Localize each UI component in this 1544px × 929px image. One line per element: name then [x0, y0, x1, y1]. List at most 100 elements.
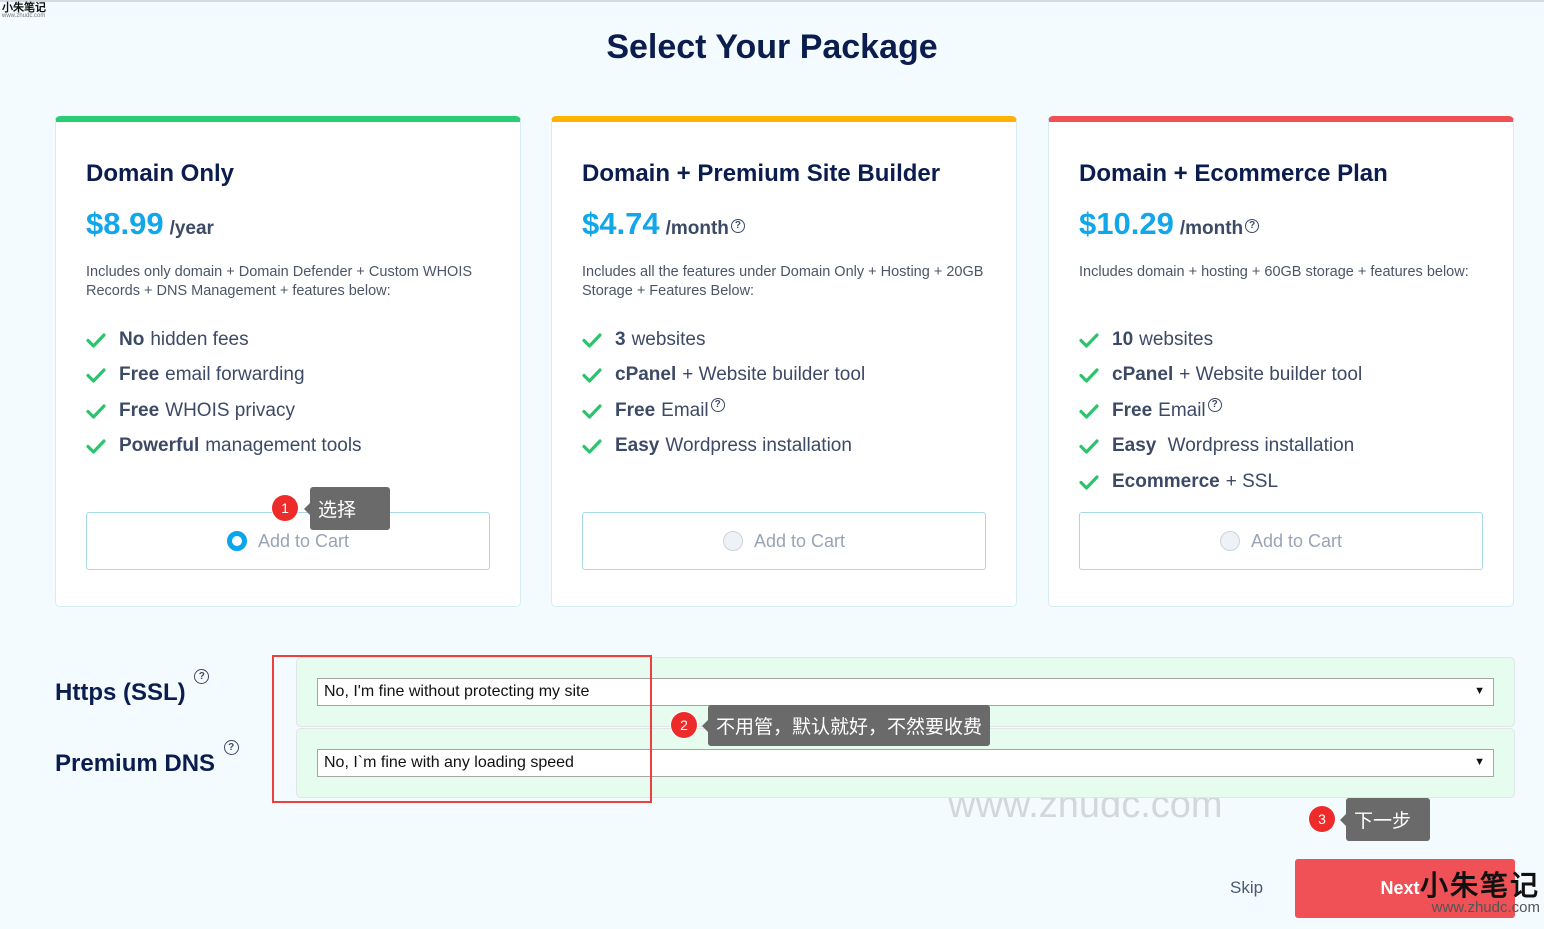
- dns-label-text: Premium DNS: [55, 750, 216, 777]
- skip-link[interactable]: Skip: [1230, 878, 1263, 898]
- package-description: Includes all the features under Domain O…: [582, 264, 984, 299]
- feature-item: No hidden fees: [86, 322, 362, 358]
- feature-item: Free email forwarding: [86, 358, 362, 394]
- help-icon[interactable]: ?: [1245, 219, 1260, 233]
- dropdown-arrow-icon: ▼: [1474, 685, 1485, 697]
- feature-bold: Easy: [615, 435, 660, 457]
- feature-text: + Website builder tool: [1179, 364, 1363, 386]
- check-icon: [1079, 368, 1099, 383]
- package-price: $10.29 /month ?: [1079, 206, 1260, 242]
- feature-text: websites: [1139, 328, 1214, 350]
- feature-bold: No: [119, 328, 145, 350]
- page-title: Select Your Package: [606, 28, 938, 66]
- feature-item: cPanel + Website builder tool: [582, 358, 865, 394]
- check-icon: [1079, 333, 1099, 348]
- add-to-cart-label: Add to Cart: [257, 530, 350, 551]
- help-icon[interactable]: ?: [223, 740, 239, 755]
- feature-text: email forwarding: [165, 364, 305, 386]
- dns-label: Premium DNS ?: [55, 740, 239, 778]
- feature-text: Wordpress installation: [1162, 435, 1355, 457]
- radio-selected[interactable]: [226, 531, 247, 551]
- price-amount: $4.74: [582, 206, 660, 241]
- feature-item: Easy Wordpress installation: [582, 429, 865, 465]
- annotation-tooltip: 下一步: [1340, 798, 1430, 841]
- check-icon: [86, 404, 106, 419]
- price-unit: /year: [169, 218, 214, 239]
- annotation-badge: 2: [671, 712, 697, 738]
- add-to-cart-button[interactable]: Add to Cart: [582, 512, 986, 570]
- feature-list: No hidden fees Free email forwarding Free W…: [86, 322, 362, 464]
- feature-text: + Website builder tool: [682, 364, 866, 386]
- ssl-label: Https (SSL) ?: [55, 669, 210, 707]
- feature-text: WHOIS privacy: [165, 399, 295, 421]
- check-icon: [1079, 439, 1099, 454]
- check-icon: [86, 333, 106, 348]
- watermark-text: 小朱笔记: [2, 1, 46, 14]
- price-unit: /month: [665, 218, 729, 239]
- feature-bold: 3: [615, 328, 626, 350]
- feature-bold: Free: [119, 364, 160, 386]
- watermark-url: www.zhudc.com: [2, 13, 46, 19]
- feature-bold: Free: [615, 399, 656, 421]
- annotation-badge: 1: [272, 495, 298, 521]
- ssl-label-text: Https (SSL): [55, 679, 186, 706]
- annotation-badge: 3: [1309, 806, 1335, 832]
- check-icon: [582, 439, 602, 454]
- radio-unselected[interactable]: [1219, 531, 1240, 551]
- watermark-url: www.zhudc.com: [1431, 899, 1540, 916]
- feature-bold: Free: [119, 399, 160, 421]
- package-title: Domain + Ecommerce Plan: [1079, 160, 1388, 187]
- feature-bold: Powerful: [119, 435, 200, 457]
- check-icon: [1079, 475, 1099, 490]
- help-icon[interactable]: ?: [710, 397, 725, 412]
- check-icon: [582, 333, 602, 348]
- help-icon[interactable]: ?: [1207, 397, 1222, 412]
- package-price: $4.74 /month ?: [582, 206, 745, 242]
- annotation-highlight-box: [272, 655, 652, 803]
- check-icon: [582, 404, 602, 419]
- feature-text: hidden fees: [150, 328, 249, 350]
- feature-item: Ecommerce + SSL: [1079, 464, 1362, 500]
- check-icon: [1079, 404, 1099, 419]
- feature-list: 3 websites cPanel + Website builder tool F…: [582, 322, 865, 464]
- watermark-bottom: 小朱笔记 www.zhudc.com: [1419, 869, 1540, 916]
- feature-text: management tools: [205, 435, 362, 457]
- price-amount: $8.99: [86, 206, 164, 241]
- feature-bold: 10: [1112, 328, 1134, 350]
- feature-list: 10 websites cPanel + Website builder tool …: [1079, 322, 1362, 500]
- feature-text: websites: [631, 328, 706, 350]
- feature-item: Free Email ?: [1079, 393, 1362, 429]
- add-to-cart-button[interactable]: Add to Cart: [1079, 512, 1483, 570]
- feature-text: + SSL: [1225, 470, 1279, 492]
- package-card-domain-only: Domain Only $8.99 /year Includes only do…: [55, 116, 521, 607]
- add-to-cart-label: Add to Cart: [1250, 530, 1343, 551]
- check-icon: [86, 368, 106, 383]
- feature-item: 3 websites: [582, 322, 865, 358]
- check-icon: [86, 439, 106, 454]
- add-to-cart-button[interactable]: Add to Cart: [86, 512, 490, 570]
- help-icon[interactable]: ?: [730, 219, 745, 233]
- package-card-premium-site-builder: Domain + Premium Site Builder $4.74 /mon…: [551, 116, 1017, 607]
- watermark-text: 小朱笔记: [1419, 869, 1540, 902]
- check-icon: [582, 368, 602, 383]
- feature-item: Free WHOIS privacy: [86, 393, 362, 429]
- price-amount: $10.29: [1079, 206, 1174, 241]
- help-icon[interactable]: ?: [194, 669, 210, 684]
- package-card-ecommerce-plan: Domain + Ecommerce Plan $10.29 /month ? …: [1048, 116, 1514, 607]
- annotation-tooltip: 不用管，默认就好，不然要收费: [701, 705, 991, 746]
- feature-item: 10 websites: [1079, 322, 1362, 358]
- package-description: Includes domain + hosting + 60GB storage…: [1079, 264, 1469, 280]
- watermark-corner: 小朱笔记 www.zhudc.com: [2, 2, 46, 19]
- feature-item: Powerful management tools: [86, 429, 362, 465]
- feature-item: cPanel + Website builder tool: [1079, 358, 1362, 394]
- feature-bold: cPanel: [1112, 364, 1174, 386]
- package-description: Includes only domain + Domain Defender +…: [86, 264, 473, 299]
- radio-unselected[interactable]: [722, 531, 743, 551]
- annotation-tooltip: 选择: [304, 487, 390, 530]
- feature-text: Email: [661, 399, 709, 421]
- dropdown-arrow-icon: ▼: [1474, 756, 1485, 768]
- feature-item: Free Email ?: [582, 393, 865, 429]
- add-to-cart-label: Add to Cart: [753, 530, 846, 551]
- feature-bold: cPanel: [615, 364, 677, 386]
- feature-text: Wordpress installation: [665, 435, 852, 457]
